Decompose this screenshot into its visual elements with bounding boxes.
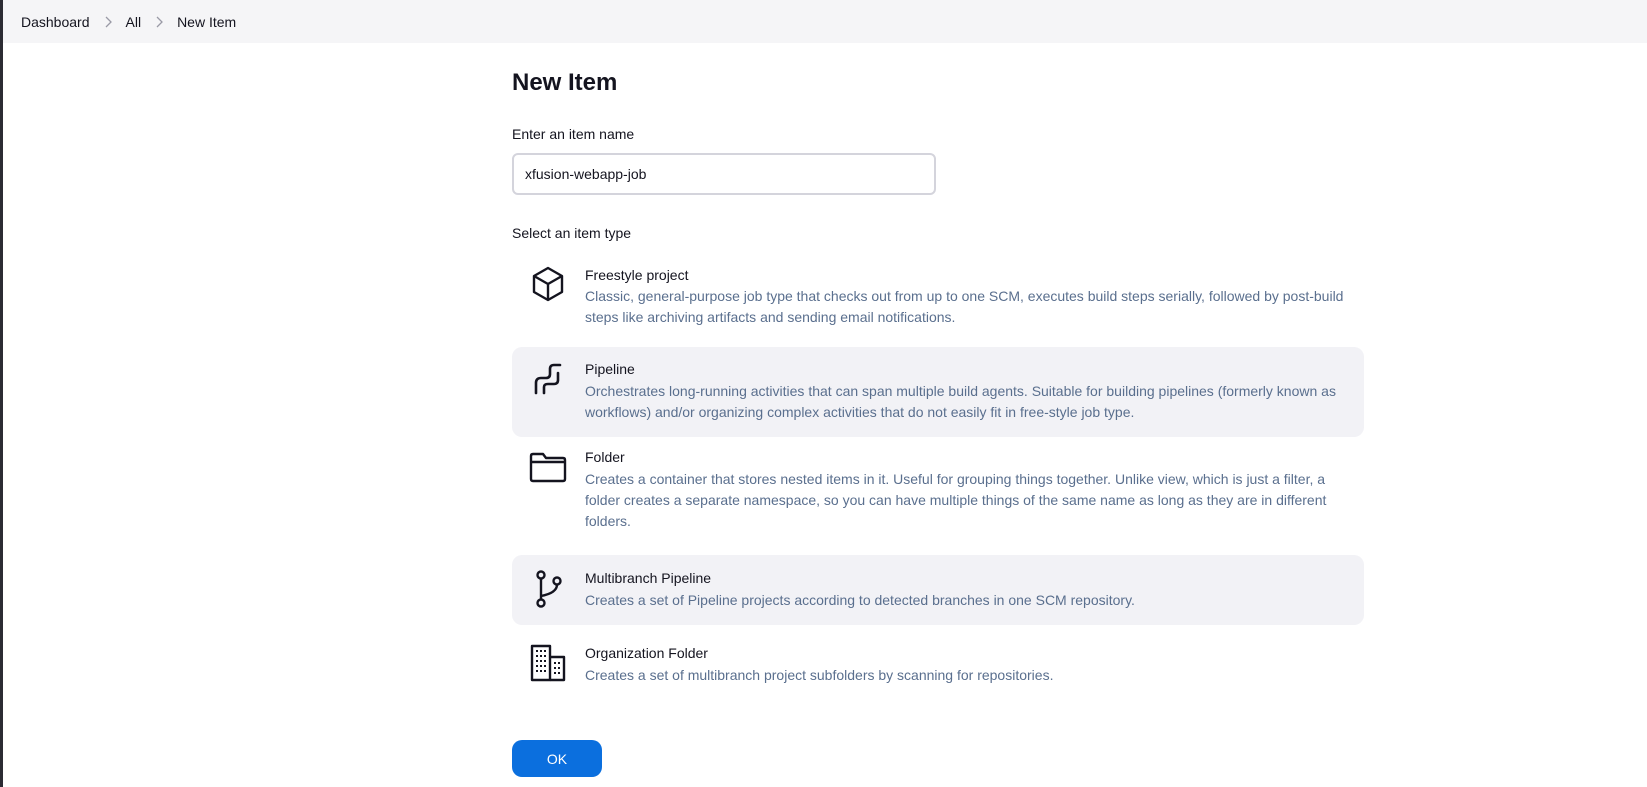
breadcrumb-all[interactable]: All	[126, 14, 142, 30]
item-type-description: Classic, general-purpose job type that c…	[585, 288, 1344, 325]
breadcrumb: Dashboard All New Item	[3, 0, 1647, 43]
item-type-label: Select an item type	[512, 225, 632, 241]
item-type-description: Creates a set of Pipeline projects accor…	[585, 592, 1135, 608]
item-type-freestyle[interactable]: Freestyle project Classic, general-purpo…	[512, 252, 1364, 335]
git-branch-icon	[528, 569, 568, 609]
breadcrumb-dashboard[interactable]: Dashboard	[21, 14, 90, 30]
item-type-title: Multibranch Pipeline	[585, 570, 712, 586]
item-type-organization-folder[interactable]: Organization Folder Creates a set of mul…	[512, 633, 1364, 701]
item-type-description: Orchestrates long-running activities tha…	[585, 383, 1336, 420]
item-type-multibranch-pipeline[interactable]: Multibranch Pipeline Creates a set of Pi…	[512, 555, 1364, 625]
chevron-right-icon	[141, 16, 177, 28]
breadcrumb-new-item[interactable]: New Item	[177, 14, 236, 30]
item-type-description: Creates a set of multibranch project sub…	[585, 667, 1054, 683]
item-type-pipeline[interactable]: Pipeline Orchestrates long-running activ…	[512, 347, 1364, 437]
page-title: New Item	[512, 69, 618, 96]
item-name-input[interactable]	[512, 153, 936, 195]
item-type-folder[interactable]: Folder Creates a container that stores n…	[512, 438, 1364, 548]
item-type-title: Organization Folder	[585, 645, 708, 661]
item-type-title: Freestyle project	[585, 267, 689, 283]
item-type-title: Pipeline	[585, 361, 635, 377]
item-type-description: Creates a container that stores nested i…	[585, 471, 1327, 529]
ok-button[interactable]: OK	[512, 740, 602, 777]
item-type-title: Folder	[585, 449, 625, 465]
folder-icon	[528, 447, 568, 487]
chevron-right-icon	[90, 16, 126, 28]
pipeline-icon	[528, 359, 568, 399]
window-edge	[0, 0, 3, 787]
box-icon	[528, 264, 568, 304]
item-name-label: Enter an item name	[512, 126, 635, 142]
building-icon	[528, 643, 568, 683]
